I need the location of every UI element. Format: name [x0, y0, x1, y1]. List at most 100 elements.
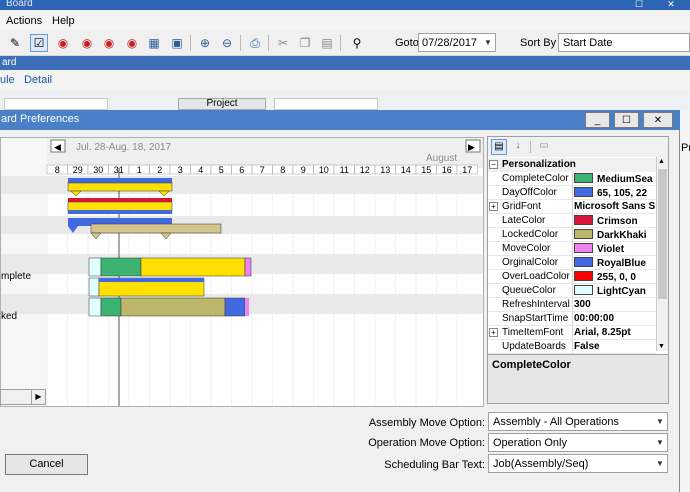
eraser-icon[interactable]: ✎	[6, 34, 24, 52]
property-value[interactable]: 65, 105, 22	[574, 187, 656, 199]
back-close-button[interactable]: ✕	[660, 0, 682, 9]
gantt-bar-move[interactable]	[244, 257, 252, 277]
property-value[interactable]: MediumSea	[574, 173, 656, 185]
scheduling-bar-value: Job(Assembly/Seq)	[493, 458, 589, 470]
property-value[interactable]: 300	[574, 299, 656, 310]
scheduling-bar-select[interactable]: Job(Assembly/Seq) ▼	[488, 454, 668, 473]
menu-actions[interactable]: Actions	[6, 15, 42, 27]
sortby-select[interactable]: Start Date	[558, 33, 690, 52]
print-icon[interactable]: ⎙	[246, 34, 264, 52]
property-grid-toolbar: ▤ ↓ ▭	[488, 137, 668, 157]
property-name: QueueColor	[502, 285, 556, 296]
gantt-bar-top[interactable]	[68, 178, 172, 183]
gantt-bar-locked[interactable]	[120, 297, 226, 317]
assembly-move-select[interactable]: Assembly - All Operations ▼	[488, 412, 668, 431]
zoom-out-icon[interactable]: ⊖	[218, 34, 236, 52]
property-category[interactable]: − Personalization	[488, 158, 656, 172]
clock-red-icon[interactable]: ◉	[54, 34, 72, 52]
property-row[interactable]: MoveColor Violet	[488, 242, 656, 256]
gantt-bar-queue[interactable]	[88, 277, 100, 297]
property-grid-scrollbar[interactable]: ▲ ▼	[656, 157, 668, 351]
gantt-bar-move[interactable]	[245, 298, 249, 316]
cut-icon[interactable]: ✂	[274, 34, 292, 52]
property-row[interactable]: DayOffColor 65, 105, 22	[488, 186, 656, 200]
subnav-schedule-link[interactable]: ule	[0, 74, 15, 86]
expand-icon[interactable]: +	[489, 328, 498, 337]
gantt-bar-complete[interactable]	[100, 297, 122, 317]
back-maximize-button[interactable]: ☐	[628, 0, 650, 9]
property-row[interactable]: QueueColor LightCyan	[488, 284, 656, 298]
property-value[interactable]: False	[574, 341, 656, 352]
property-value[interactable]: Microsoft Sans S	[574, 201, 656, 212]
goto-date-picker[interactable]: 07/28/2017 ▼	[418, 33, 496, 52]
back-filter-field[interactable]	[4, 98, 108, 110]
gantt-preview: ◀ Jul. 28-Aug. 18, 2017 ▶ August 8293031…	[0, 137, 484, 407]
clock-refresh-icon[interactable]: ◉	[123, 34, 141, 52]
property-row[interactable]: CompleteColor MediumSea	[488, 172, 656, 186]
alphabetical-sort-icon[interactable]: ↓	[510, 139, 526, 155]
gantt-bar-complete[interactable]	[100, 257, 142, 277]
expand-icon[interactable]: +	[489, 202, 498, 211]
copy-icon[interactable]: ❐	[296, 34, 314, 52]
property-value[interactable]: 255, 0, 0	[574, 271, 656, 283]
property-row[interactable]: RefreshInterval 300	[488, 298, 656, 312]
clock-back-icon[interactable]: ◉	[100, 34, 118, 52]
operation-move-select[interactable]: Operation Only ▼	[488, 433, 668, 452]
chevron-up-icon[interactable]: ▲	[658, 158, 665, 165]
property-value[interactable]: Violet	[574, 243, 656, 255]
maximize-button[interactable]: ☐	[614, 112, 639, 128]
gantt-bar[interactable]	[140, 257, 246, 277]
zoom-in-icon[interactable]: ⊕	[196, 34, 214, 52]
scrollbar-thumb[interactable]	[658, 169, 667, 299]
calendar-icon[interactable]: ▦	[145, 34, 163, 52]
chevron-down-icon[interactable]: ▼	[653, 455, 667, 472]
property-row[interactable]: LockedColor DarkKhaki	[488, 228, 656, 242]
property-row[interactable]: SnapStartTime 00:00:00	[488, 312, 656, 326]
gantt-bar-top[interactable]	[68, 198, 172, 202]
chevron-down-icon[interactable]: ▼	[481, 34, 495, 51]
project-button[interactable]: Project	[178, 98, 266, 110]
property-value[interactable]: LightCyan	[574, 285, 656, 297]
chevron-left-icon[interactable]: ◀	[54, 142, 61, 152]
property-row[interactable]: OverLoadColor 255, 0, 0	[488, 270, 656, 284]
toolbar-separator	[190, 35, 191, 51]
clock-forward-icon[interactable]: ◉	[78, 34, 96, 52]
property-row[interactable]: + TimeItemFont Arial, 8.25pt	[488, 326, 656, 340]
back-filter-field[interactable]	[274, 98, 378, 110]
binoculars-icon[interactable]: ⚲	[348, 34, 366, 52]
paste-icon[interactable]: ▤	[318, 34, 336, 52]
property-value[interactable]: 00:00:00	[574, 313, 656, 324]
menu-help[interactable]: Help	[52, 15, 75, 27]
collapse-icon[interactable]: −	[489, 160, 498, 169]
gantt-bar[interactable]	[67, 182, 173, 192]
gantt-bar-queue[interactable]	[88, 297, 102, 317]
cancel-button[interactable]: Cancel	[5, 454, 88, 475]
chevron-right-icon[interactable]: ▶	[468, 142, 475, 152]
chart-horizontal-scrollbar[interactable]: ▶	[0, 389, 46, 405]
chevron-down-icon[interactable]: ▼	[653, 434, 667, 451]
close-button[interactable]: ✕	[643, 112, 673, 128]
categorized-view-icon[interactable]: ▤	[491, 139, 507, 155]
subnav-detail-link[interactable]: Detail	[24, 74, 52, 86]
property-pages-icon[interactable]: ▭	[536, 139, 552, 155]
day-label: 15	[421, 165, 431, 175]
property-value[interactable]: DarkKhaki	[574, 229, 656, 241]
property-row[interactable]: UpdateBoards False	[488, 340, 656, 354]
board-icon[interactable]: ▣	[168, 34, 186, 52]
chevron-down-icon[interactable]: ▼	[658, 343, 665, 350]
property-value[interactable]: Arial, 8.25pt	[574, 327, 656, 338]
property-row[interactable]: LateColor Crimson	[488, 214, 656, 228]
property-value-text: LightCyan	[597, 286, 646, 297]
chevron-right-icon[interactable]: ▶	[31, 390, 45, 404]
property-divider	[572, 172, 573, 186]
edit-schedule-icon[interactable]: ☑	[30, 34, 48, 52]
gantt-bar-queue[interactable]	[88, 257, 102, 277]
property-value[interactable]: RoyalBlue	[574, 257, 656, 269]
property-row[interactable]: + GridFont Microsoft Sans S	[488, 200, 656, 214]
gantt-bar-original[interactable]	[224, 297, 246, 317]
minimize-button[interactable]: _	[585, 112, 610, 128]
property-value[interactable]: Crimson	[574, 215, 656, 227]
property-row[interactable]: OrginalColor RoyalBlue	[488, 256, 656, 270]
chevron-down-icon[interactable]: ▼	[653, 413, 667, 430]
gantt-bar-locked[interactable]	[90, 223, 222, 234]
